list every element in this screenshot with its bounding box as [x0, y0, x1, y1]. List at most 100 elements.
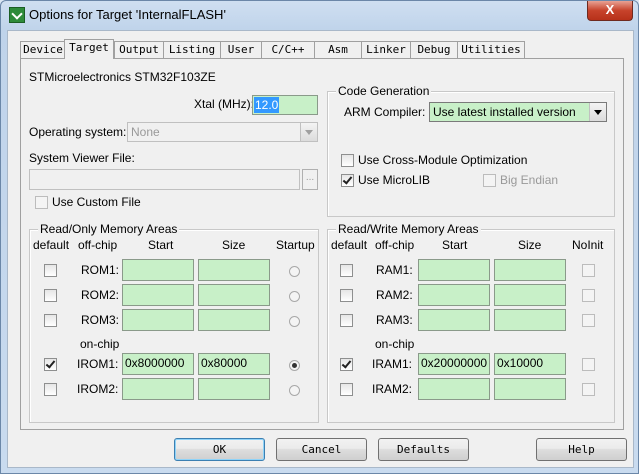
irom1-label: IROM1: — [77, 357, 119, 371]
tab-listing[interactable]: Listing — [163, 41, 221, 58]
irom1-startup-radio[interactable] — [289, 360, 300, 371]
iram1-size-input[interactable]: 0x10000 — [494, 353, 566, 375]
iram2-size-input[interactable] — [494, 378, 566, 400]
svf-input[interactable] — [29, 169, 300, 190]
tab-target[interactable]: Target — [64, 39, 114, 59]
ram3-start-input[interactable] — [418, 309, 490, 331]
tab-linker[interactable]: Linker — [361, 41, 411, 58]
ram3-size-input[interactable] — [494, 309, 566, 331]
tab-device[interactable]: Device — [20, 41, 66, 58]
device-name: STMicroelectronics STM32F103ZE — [29, 70, 216, 84]
ok-button[interactable]: OK — [174, 438, 265, 461]
irom1-start-input[interactable]: 0x8000000 — [122, 353, 194, 375]
rw-header-offchip: off-chip — [375, 238, 415, 252]
rw-header-noinit: NoInit — [572, 238, 604, 252]
rom3-size-input[interactable] — [198, 309, 270, 331]
ro-group-title: Read/Only Memory Areas — [38, 222, 180, 236]
microlib-label: Use MicroLIB — [358, 173, 431, 187]
options-dialog: Options for Target 'InternalFLASH' X Dev… — [0, 0, 639, 474]
rw-header-start: Start — [442, 238, 468, 252]
ram3-default-checkbox[interactable] — [340, 314, 353, 327]
svf-label: System Viewer File: — [29, 151, 135, 165]
chevron-down-icon — [589, 103, 606, 121]
tab-user[interactable]: User — [220, 41, 262, 58]
tab-output[interactable]: Output — [114, 41, 164, 58]
iram1-start-input[interactable]: 0x20000000 — [418, 353, 490, 375]
read-write-memory-group: Read/Write Memory Areas default off-chip… — [327, 222, 615, 423]
use-custom-file-checkbox[interactable] — [35, 196, 48, 209]
iram2-start-input[interactable] — [418, 378, 490, 400]
keil-app-icon — [9, 7, 25, 23]
ram1-noinit-checkbox[interactable] — [582, 264, 595, 277]
iram2-default-checkbox[interactable] — [340, 383, 353, 396]
code-generation-title: Code Generation — [336, 84, 432, 98]
rom3-default-checkbox[interactable] — [44, 314, 57, 327]
irom1-default-checkbox[interactable] — [44, 358, 57, 371]
rom3-start-input[interactable] — [122, 309, 194, 331]
xtal-value: 12.0 — [254, 97, 280, 113]
defaults-button[interactable]: Defaults — [378, 438, 469, 461]
irom2-size-input[interactable] — [198, 378, 270, 400]
ram1-label: RAM1: — [376, 263, 413, 277]
cross-module-label: Use Cross-Module Optimization — [358, 153, 528, 167]
rom2-label: ROM2: — [81, 288, 120, 302]
rom3-startup-radio[interactable] — [289, 316, 300, 327]
read-only-memory-group: Read/Only Memory Areas default off-chip … — [29, 222, 319, 423]
ram2-default-checkbox[interactable] — [340, 289, 353, 302]
xtal-label: Xtal (MHz): — [194, 97, 254, 111]
ram2-noinit-checkbox[interactable] — [582, 289, 595, 302]
iram1-noinit-checkbox[interactable] — [582, 358, 595, 371]
title-bar[interactable]: Options for Target 'InternalFLASH' X — [1, 1, 638, 29]
use-custom-file-label: Use Custom File — [52, 195, 141, 209]
rom1-start-input[interactable] — [122, 259, 194, 281]
code-generation-group: Code Generation ARM Compiler: Use latest… — [327, 84, 615, 217]
ro-header-start: Start — [148, 238, 174, 252]
rom1-default-checkbox[interactable] — [44, 264, 57, 277]
rom1-startup-radio[interactable] — [289, 266, 300, 277]
ram2-start-input[interactable] — [418, 284, 490, 306]
tab-debug[interactable]: Debug — [410, 41, 458, 58]
irom2-startup-radio[interactable] — [289, 385, 300, 396]
iram1-default-checkbox[interactable] — [340, 358, 353, 371]
cross-module-checkbox[interactable] — [341, 154, 354, 167]
window-title: Options for Target 'InternalFLASH' — [29, 7, 226, 22]
xtal-input[interactable]: 12.0 — [252, 95, 318, 115]
irom2-start-input[interactable] — [122, 378, 194, 400]
iram2-noinit-checkbox[interactable] — [582, 383, 595, 396]
iram2-label: IRAM2: — [372, 382, 413, 396]
rw-header-default: default — [331, 238, 368, 252]
rom1-size-input[interactable] — [198, 259, 270, 281]
rom2-default-checkbox[interactable] — [44, 289, 57, 302]
rom2-start-input[interactable] — [122, 284, 194, 306]
irom1-size-input[interactable]: 0x80000 — [198, 353, 270, 375]
rom2-size-input[interactable] — [198, 284, 270, 306]
tab-c-cpp[interactable]: C/C++ — [261, 41, 315, 58]
big-endian-checkbox[interactable] — [483, 174, 496, 187]
arm-compiler-label: ARM Compiler: — [344, 105, 426, 119]
rw-onchip-label: on-chip — [375, 337, 415, 351]
help-button[interactable]: Help — [536, 438, 627, 461]
chevron-down-icon — [300, 123, 317, 141]
os-label: Operating system: — [29, 125, 127, 139]
ram1-size-input[interactable] — [494, 259, 566, 281]
svf-browse-button[interactable]: ... — [302, 169, 318, 190]
big-endian-label: Big Endian — [500, 173, 559, 187]
rom2-startup-radio[interactable] — [289, 291, 300, 302]
cancel-button[interactable]: Cancel — [276, 438, 367, 461]
os-select[interactable]: None — [127, 122, 318, 142]
rom1-label: ROM1: — [81, 263, 120, 277]
ro-onchip-label: on-chip — [80, 337, 120, 351]
microlib-checkbox[interactable] — [341, 174, 354, 187]
arm-compiler-select[interactable]: Use latest installed version — [429, 102, 607, 122]
ram3-noinit-checkbox[interactable] — [582, 314, 595, 327]
irom2-default-checkbox[interactable] — [44, 383, 57, 396]
ram2-size-input[interactable] — [494, 284, 566, 306]
tab-utilities[interactable]: Utilities — [457, 41, 525, 58]
tab-asm[interactable]: Asm — [314, 41, 362, 58]
ro-header-size: Size — [222, 238, 246, 252]
ro-header-default: default — [33, 238, 70, 252]
ram1-start-input[interactable] — [418, 259, 490, 281]
iram1-label: IRAM1: — [372, 357, 413, 371]
close-button[interactable]: X — [587, 1, 633, 21]
ram1-default-checkbox[interactable] — [340, 264, 353, 277]
